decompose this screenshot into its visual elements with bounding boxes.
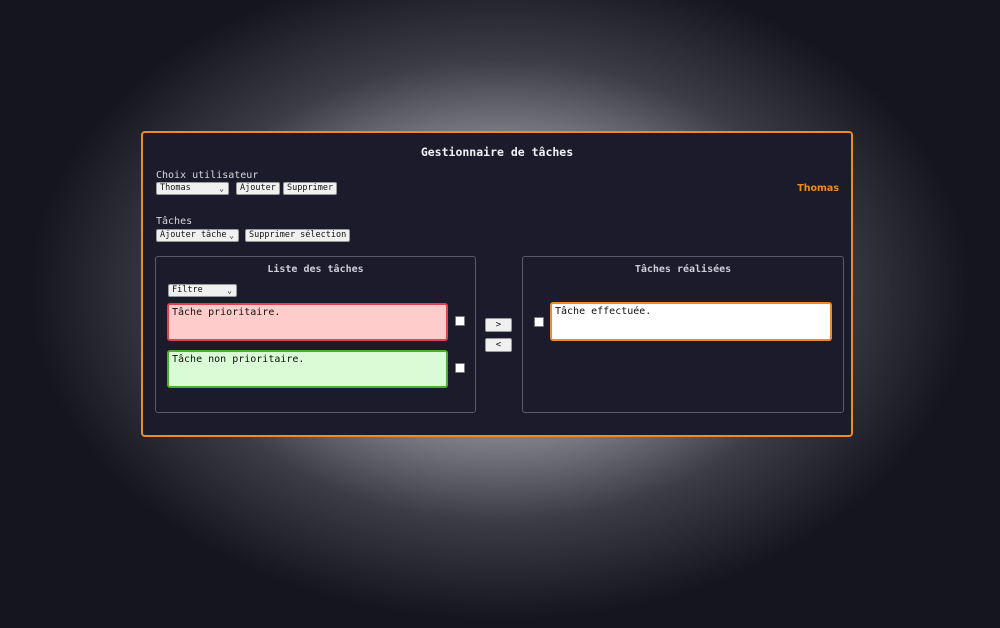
chevron-down-icon: ⌄ [219, 184, 224, 193]
delete-user-button[interactable]: Supprimer [283, 182, 338, 195]
user-select-value: Thomas [160, 183, 191, 193]
task-item-non-priority[interactable]: Tâche non prioritaire. [167, 350, 448, 388]
user-select[interactable]: Thomas ⌄ [156, 182, 229, 195]
filter-select-value: Filtre [172, 285, 203, 295]
done-task-checkbox[interactable] [534, 317, 544, 327]
current-user-name: Thomas [797, 183, 839, 194]
task-manager-window: Gestionnaire de tâches Choix utilisateur… [141, 131, 853, 437]
filter-select[interactable]: Filtre ⌄ [168, 284, 237, 297]
add-task-select[interactable]: Ajouter tâche ⌄ [156, 229, 239, 242]
user-choice-label: Choix utilisateur [156, 170, 259, 181]
done-task-item[interactable]: Tâche effectuée. [550, 302, 832, 341]
add-user-button[interactable]: Ajouter [236, 182, 280, 195]
chevron-down-icon: ⌄ [229, 231, 234, 240]
done-list-title: Tâches réalisées [634, 264, 732, 275]
move-to-done-button[interactable]: > [485, 318, 512, 332]
task-checkbox-non-priority[interactable] [455, 363, 465, 373]
add-task-select-value: Ajouter tâche [160, 230, 227, 240]
app-title: Gestionnaire de tâches [420, 145, 574, 159]
chevron-down-icon: ⌄ [227, 286, 232, 295]
task-checkbox-priority[interactable] [455, 316, 465, 326]
task-item-priority[interactable]: Tâche prioritaire. [167, 303, 448, 341]
task-list-panel: Liste des tâches Filtre ⌄ Tâche priorita… [155, 256, 476, 413]
tasks-label: Tâches [156, 216, 193, 227]
move-to-list-button[interactable]: < [485, 338, 512, 352]
delete-selection-button[interactable]: Supprimer sélection [245, 229, 351, 242]
done-list-panel: Tâches réalisées Tâche effectuée. [522, 256, 844, 413]
task-list-title: Liste des tâches [267, 264, 364, 275]
